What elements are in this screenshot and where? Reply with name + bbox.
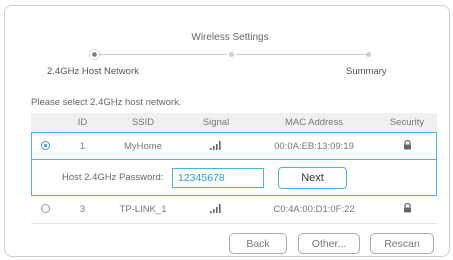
signal-bars-icon	[209, 203, 223, 216]
step-1-label: 2.4GHz Host Network	[47, 66, 139, 77]
header-id: ID	[77, 117, 88, 128]
header-signal: Signal	[202, 117, 230, 128]
table-row[interactable]: 1 MyHome 00:0A:EB:13:09:19	[31, 133, 437, 160]
stepper-line-2	[236, 54, 367, 55]
header-mac: MAC Address	[284, 117, 344, 128]
table-bottom-divider	[31, 223, 437, 224]
signal-bars-icon	[209, 140, 223, 153]
step-3-marker	[366, 52, 371, 57]
header-security: Security	[389, 117, 425, 128]
next-button[interactable]: Next	[278, 166, 347, 189]
lock-icon	[403, 139, 412, 153]
radio-button-selected[interactable]	[41, 140, 50, 150]
password-label: Host 2.4GHz Password:	[62, 172, 164, 183]
other-button[interactable]: Other...	[298, 233, 360, 254]
instruction-text: Please select 2.4GHz host network.	[31, 97, 182, 108]
rescan-button[interactable]: Rescan	[370, 233, 434, 254]
password-input[interactable]	[172, 167, 264, 188]
network-table: ID SSID Signal MAC Address Security 1 My…	[31, 113, 437, 224]
lock-icon	[403, 202, 412, 216]
row-id: 1	[79, 141, 86, 152]
step-2-marker	[229, 52, 234, 57]
radio-button[interactable]	[41, 203, 50, 213]
row-mac: 00:0A:EB:13:09:19	[274, 141, 354, 152]
row-mac: C0:4A:00:D1:0F:22	[273, 204, 355, 215]
row-id: 3	[79, 204, 86, 215]
stepper-title: Wireless Settings	[191, 32, 269, 43]
password-row: Host 2.4GHz Password: Next	[32, 159, 436, 195]
back-button[interactable]: Back	[229, 233, 287, 254]
table-row[interactable]: 3 TP-LINK_1 C0:4A:00:D1:0F:22	[31, 196, 437, 223]
table-header: ID SSID Signal MAC Address Security	[31, 113, 437, 132]
stepper-line-1	[100, 54, 227, 55]
step-1-marker	[89, 49, 100, 60]
step-3-label: Summary	[346, 66, 387, 77]
row-ssid: MyHome	[123, 141, 162, 152]
row-ssid: TP-LINK_1	[119, 204, 167, 215]
header-ssid: SSID	[131, 117, 155, 128]
progress-stepper: Wireless Settings 2.4GHz Host Network Su…	[0, 0, 453, 90]
